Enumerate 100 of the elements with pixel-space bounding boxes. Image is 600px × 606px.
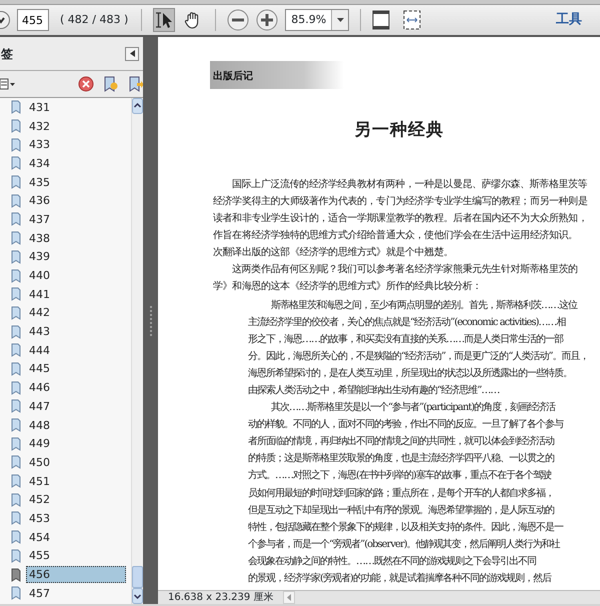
bookmark-item[interactable]: 443 (26, 323, 53, 340)
bookmark-item[interactable]: 454 (26, 528, 53, 546)
bookmark-item[interactable]: 448 (26, 416, 53, 434)
bookmark-icon (11, 306, 21, 320)
quote-text-line: 动的样貌。不同的人，面对不同的考验，作出不同的反应。一旦了解了各个参与 (248, 418, 563, 432)
bookmark-item[interactable]: 452 (26, 491, 53, 508)
bookmark-item[interactable]: 453 (26, 510, 53, 527)
bookmark-item[interactable]: 446 (26, 379, 53, 396)
quote-text-line: 由探索人类活动之中，希望能归纳出生动有趣的“经济思维”…… (248, 384, 500, 398)
page-number-field[interactable]: 455 (17, 9, 49, 31)
bookmark-item[interactable]: 455 (26, 547, 53, 564)
scroll-up-icon (132, 98, 143, 114)
bookmark-icon (11, 138, 21, 152)
bookmark-icon (11, 324, 21, 339)
bookmark-icon (11, 343, 21, 358)
bookmark-icon (11, 492, 21, 507)
body-text-line: 读者和非专业学生设计的，适合一学期课堂教学的教程。后者在国内还不为大众所熟知， (213, 212, 588, 226)
bookmark-icon (11, 194, 21, 208)
section-header: 出版后记 (210, 61, 344, 89)
body-text-line: 次翻译出版的这部《经济学的思维方式》就是个中翘楚。 (213, 246, 454, 260)
bookmark-icon[interactable] (129, 76, 143, 92)
bookmark-icon (11, 530, 21, 544)
bookmark-icon (11, 175, 21, 190)
bookmark-item[interactable]: 437 (26, 210, 53, 228)
bookmark-icon (11, 436, 21, 451)
quote-text-line: 个参与者，而是一个“旁观者”(observer)。他静观其变，然后阐明人类行为和社 (248, 538, 560, 552)
page-size-label: 16.638 x 23.239 厘米 (167, 590, 274, 604)
quote-text-line: 其次……斯蒂格里茨是以一个“参与者”(participant)的角度，刻画经济活 (271, 400, 556, 416)
bookmark-item[interactable]: 435 (26, 174, 53, 191)
bookmark-item[interactable]: 438 (26, 230, 53, 247)
options-icon[interactable] (0, 78, 16, 90)
bookmark-icon (11, 511, 21, 526)
tools-link[interactable]: 工具 (556, 10, 582, 30)
bookmark-item[interactable]: 449 (26, 435, 53, 452)
bookmark-icon (11, 119, 21, 134)
bookmark-icon (11, 455, 21, 470)
caret-icon (336, 18, 344, 22)
fit-page-icon[interactable] (372, 10, 390, 30)
page-count: ( 482 / 483 ) (60, 12, 128, 28)
bookmark-icon (11, 399, 21, 414)
bookmark-item[interactable]: 450 (26, 454, 53, 471)
bookmark-item[interactable]: 436 (26, 192, 53, 210)
bookmark-icon (11, 548, 21, 563)
scroll-left-button[interactable] (283, 591, 295, 604)
quote-text-line: 方式。……对照之下，海恩(在书中列举的)塞车的故事，重点不在于各个驾驶 (248, 468, 551, 484)
body-text-line: 国际上广泛流传的经济学经典教材有两种，一种是以曼昆、萨缪尔森、斯蒂格里茨等 (232, 178, 588, 192)
select-tool[interactable] (153, 8, 176, 32)
bookmark-icon[interactable] (104, 76, 118, 92)
bookmark-icon (11, 268, 21, 283)
bookmark-icon (11, 156, 21, 170)
quote-text-line: 分。因此，海恩所关心的，不是狭隘的“经济活动”，而是更广泛的“人类活动”。而且， (248, 350, 588, 364)
quote-text-line: 特性，包括隐藏在整个景象下的规律，以及相关支持的条件。因此，海恩不是一 (248, 520, 563, 535)
bookmark-icon (11, 100, 21, 114)
caret-icon (287, 594, 291, 601)
bookmark-item[interactable]: 433 (26, 136, 53, 154)
bookmark-item[interactable]: 439 (26, 248, 53, 266)
bookmark-icon (11, 380, 21, 395)
caret-icon (130, 50, 134, 57)
bookmark-icon (11, 362, 21, 376)
bookmark-item[interactable]: 441 (26, 286, 53, 303)
bookmark-item[interactable]: 451 (26, 472, 53, 490)
bookmark-item[interactable]: 447 (26, 398, 53, 415)
body-text-line: 这两类作品有何区别呢？我们可以参考著名经济学家熊秉元先生针对斯蒂格里茨的 (232, 262, 578, 276)
quote-text-line: 员如何用最短的时间找到回家的路；重点所在，是每个开车的人都自求多福， (248, 486, 554, 501)
bookmark-icon (11, 212, 21, 226)
quote-text-line: 形之下，海恩……的故事，和买卖没有直接的关系……而是人类日常生活的一部 (248, 332, 563, 347)
panel-title: 签 (1, 46, 13, 62)
bookmark-item[interactable]: 440 (26, 267, 53, 284)
bookmark-icon (11, 418, 21, 432)
bookmark-item[interactable]: 444 (26, 342, 53, 359)
bookmark-item[interactable]: 445 (26, 360, 53, 378)
scroll-thumb[interactable] (132, 566, 143, 588)
quote-text-line: 斯蒂格里茨和海恩之间，至少有两点明显的差别。首先，斯蒂格利茨……这位 (271, 298, 577, 312)
body-text-line: 经济学奖得主的大师级著作为代表的，专门为经济学专业学生编写的教程；而另一种则是 (213, 194, 588, 208)
bookmark-icon (11, 568, 21, 582)
zoom-combo[interactable]: 85.9% (285, 9, 350, 31)
bookmark-icon (11, 231, 21, 246)
zoom-in-icon[interactable] (256, 9, 278, 31)
bookmark-item[interactable]: 457 (26, 584, 53, 602)
quote-text-line: 海恩所希望探讨的，是在人类互动里，所呈现出的状态以及所透露出的一些特质。 (248, 366, 572, 381)
quote-text-line: 主流经济学里的佼佼者，关心的焦点就是“经济活动”(economic activities)……相 (248, 316, 566, 330)
fit-width-icon[interactable] (403, 10, 422, 30)
bookmark-item[interactable]: 432 (26, 118, 53, 135)
bookmark-item[interactable]: 456 (26, 566, 126, 584)
page-title: 另一种经典 (353, 119, 445, 142)
bookmark-icon (11, 250, 21, 264)
cursor-icon (155, 11, 174, 29)
bookmark-item[interactable]: 434 (26, 154, 53, 172)
body-text-line: 学》和海恩的这本《经济学的思维方式》所作的经典比较分析： (213, 280, 482, 294)
body-text-line: 作旨在将经济学独特的思维方式介绍给普通大众，使他们学会在生活中运用经济知识。 (213, 228, 578, 242)
quote-text-line: 的特质；这是斯蒂格里茨取景的角度，也是主流经济学四平八稳、一以贯之的 (248, 452, 554, 466)
zoom-out-icon[interactable] (227, 9, 250, 31)
bookmark-icon (11, 287, 21, 302)
delete-icon[interactable] (78, 76, 94, 92)
quote-text-line: 者所面临的情境，再归纳出不同的情境之间的共同性，就可以体会到经济活动 (248, 434, 554, 450)
bookmark-item[interactable]: 442 (26, 304, 53, 322)
collapse-button[interactable] (125, 46, 139, 60)
quote-text-line: 会现象在动静之间的特性。……既然在不同的游戏规则之下会导引出不同 (248, 554, 536, 569)
bookmark-item[interactable]: 431 (26, 98, 53, 116)
bookmark-icon (11, 474, 21, 488)
